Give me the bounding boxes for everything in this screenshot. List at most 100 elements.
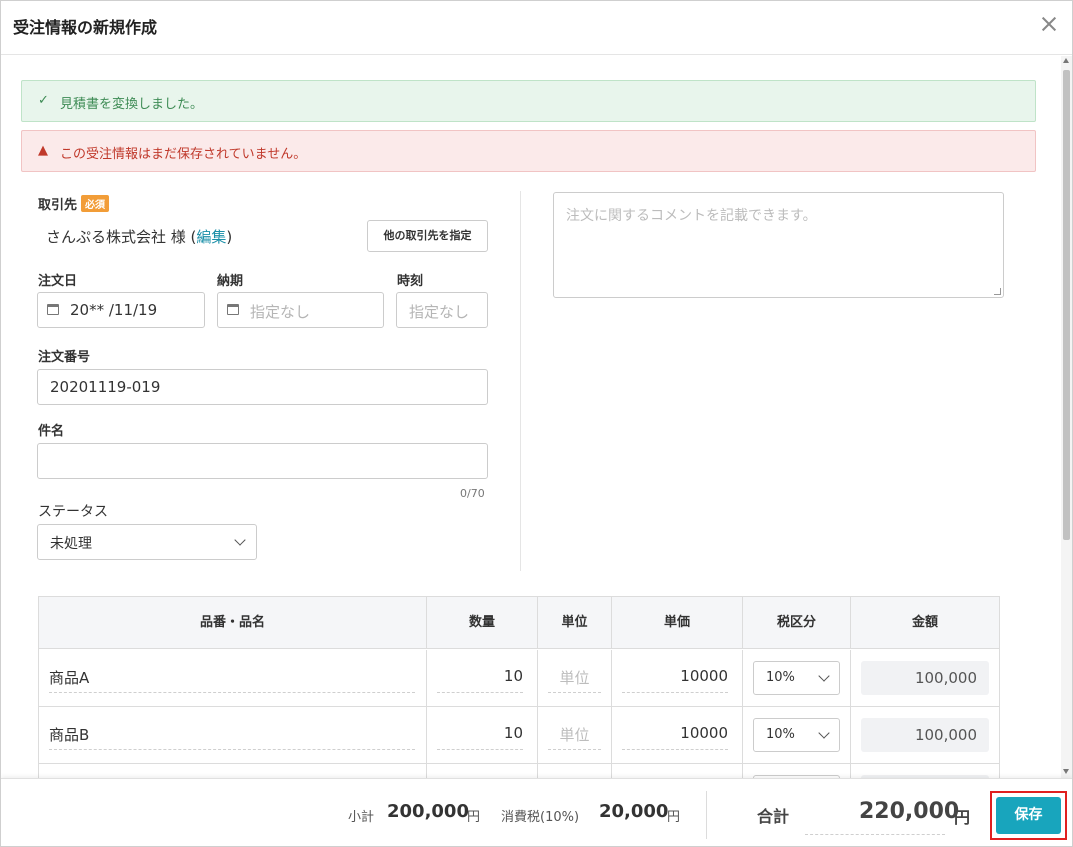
header-unit: 単位 [538,597,612,649]
required-badge: 必須 [81,195,110,212]
cell-amount: 100,000 [851,650,999,707]
footer-divider [706,791,707,839]
order-number-value: 20201119-019 [50,378,161,396]
tax-label: 消費税(10%) [501,810,580,825]
chevron-down-icon [818,670,830,682]
unit-price-input[interactable]: 10000 [622,667,728,693]
cell-name [39,764,427,778]
delivery-date-input[interactable]: 指定なし [217,292,384,328]
amount-value: 100,000 [861,661,989,695]
subject-counter: 0/70 [460,487,485,500]
order-date-label: 注文日 [38,274,78,289]
time-label: 時刻 [397,274,424,289]
success-alert-text: 見積書を変換しました。 [60,97,204,112]
scroll-up-icon[interactable] [1063,58,1069,63]
cell-unit: 単位 [538,650,612,707]
scroll-down-icon[interactable] [1063,769,1069,774]
total-label: 合計 [757,807,790,826]
status-value: 未処理 [50,536,92,552]
resize-handle-icon[interactable] [994,288,1001,295]
scroll-thumb[interactable] [1063,70,1070,540]
unit-input[interactable]: 単位 [548,724,601,750]
subject-label: 件名 [38,424,65,439]
total-yen: 円 [954,808,971,827]
header-tax: 税区分 [743,597,851,649]
cell-amount: 100,000 [851,707,999,764]
calendar-icon [227,304,239,315]
delivery-placeholder: 指定なし [250,303,311,321]
quantity-input[interactable]: 10 [437,667,523,693]
tax-select[interactable]: 10% [753,718,840,752]
order-date-value: 20** /11/19 [70,301,158,319]
cell-name: 商品A [39,650,427,707]
subject-input[interactable] [37,443,488,479]
items-table: 品番・品名 数量 単位 単価 税区分 金額 商品A 10 単位 10000 10… [38,596,1000,778]
column-divider [520,191,521,571]
client-label-text: 取引先 [38,198,78,213]
save-button[interactable]: 保存 [996,797,1061,834]
dialog-footer: 小計 200,000 円 消費税(10%) 20,000 円 合計 220,00… [1,778,1072,846]
cell-price: 10000 [612,650,743,707]
table-row: 商品B 10 単位 10000 10% 100,000 [39,707,999,764]
cell-qty: 10 [427,650,538,707]
cell-unit [538,764,612,778]
error-alert-text: この受注情報はまだ保存されていません。 [60,147,307,162]
close-icon[interactable] [1040,15,1058,33]
time-input[interactable]: 指定なし [396,292,488,328]
cell-price [612,764,743,778]
dialog-title: 受注情報の新規作成 [13,18,158,37]
total-value: 220,000 [859,799,960,824]
client-name: さんぷる株式会社 様 (編集) [46,226,232,247]
item-name-input[interactable]: 商品A [49,667,415,693]
quantity-input[interactable]: 10 [437,724,523,750]
error-alert: ▲ この受注情報はまだ保存されていません。 [21,130,1036,172]
check-icon: ✓ [38,93,49,108]
unit-price-input[interactable]: 10000 [622,724,728,750]
comment-textarea[interactable]: 注文に関するコメントを記載できます。 [553,192,1004,298]
cell-unit: 単位 [538,707,612,764]
tax-select[interactable]: 10% [753,661,840,695]
tax-value: 10% [766,670,795,685]
cell-tax: 10% [743,650,851,707]
amount-value: 100,000 [861,718,989,752]
cell-amount [851,764,999,778]
change-client-button[interactable]: 他の取引先を指定 [367,220,488,252]
tax-value: 10% [766,727,795,742]
subtotal-yen: 円 [467,810,481,825]
chevron-down-icon [234,534,246,546]
subtotal-label: 小計 [348,810,375,825]
dialog-body: ✓ 見積書を変換しました。 ▲ この受注情報はまだ保存されていません。 取引先必… [1,56,1061,778]
chevron-down-icon [818,727,830,739]
calendar-icon [47,304,59,315]
order-date-input[interactable]: 20** /11/19 [37,292,205,328]
item-name-input[interactable]: 商品B [49,724,415,750]
header-unit-price: 単価 [612,597,743,649]
order-create-dialog: 受注情報の新規作成 ✓ 見積書を変換しました。 ▲ この受注情報はまだ保存されて… [0,0,1073,847]
order-number-input[interactable]: 20201119-019 [37,369,488,405]
cell-tax: 10% [743,707,851,764]
total-underline [805,834,945,835]
header-quantity: 数量 [427,597,538,649]
table-header: 品番・品名 数量 単位 単価 税区分 金額 [39,597,999,649]
status-select[interactable]: 未処理 [37,524,257,560]
cell-price: 10000 [612,707,743,764]
tax-yen: 円 [667,810,681,825]
client-label: 取引先 必須 [38,194,110,213]
cell-name: 商品B [39,707,427,764]
success-alert: ✓ 見積書を変換しました。 [21,80,1036,122]
time-placeholder: 指定なし [409,303,470,321]
comment-placeholder: 注文に関するコメントを記載できます。 [566,208,817,224]
delivery-label: 納期 [217,274,244,289]
unit-input[interactable]: 単位 [548,667,601,693]
header-amount: 金額 [911,615,938,630]
warning-icon: ▲ [38,143,48,158]
dialog-header: 受注情報の新規作成 [1,1,1072,55]
scrollbar[interactable] [1061,56,1072,778]
tax-value: 20,000 [599,801,669,822]
cell-qty [427,764,538,778]
header-item-name: 品番・品名 [39,597,427,649]
cell-qty: 10 [427,707,538,764]
client-name-close: ) [226,228,233,246]
table-row-partial [39,764,999,778]
client-edit-link[interactable]: 編集 [196,228,226,246]
